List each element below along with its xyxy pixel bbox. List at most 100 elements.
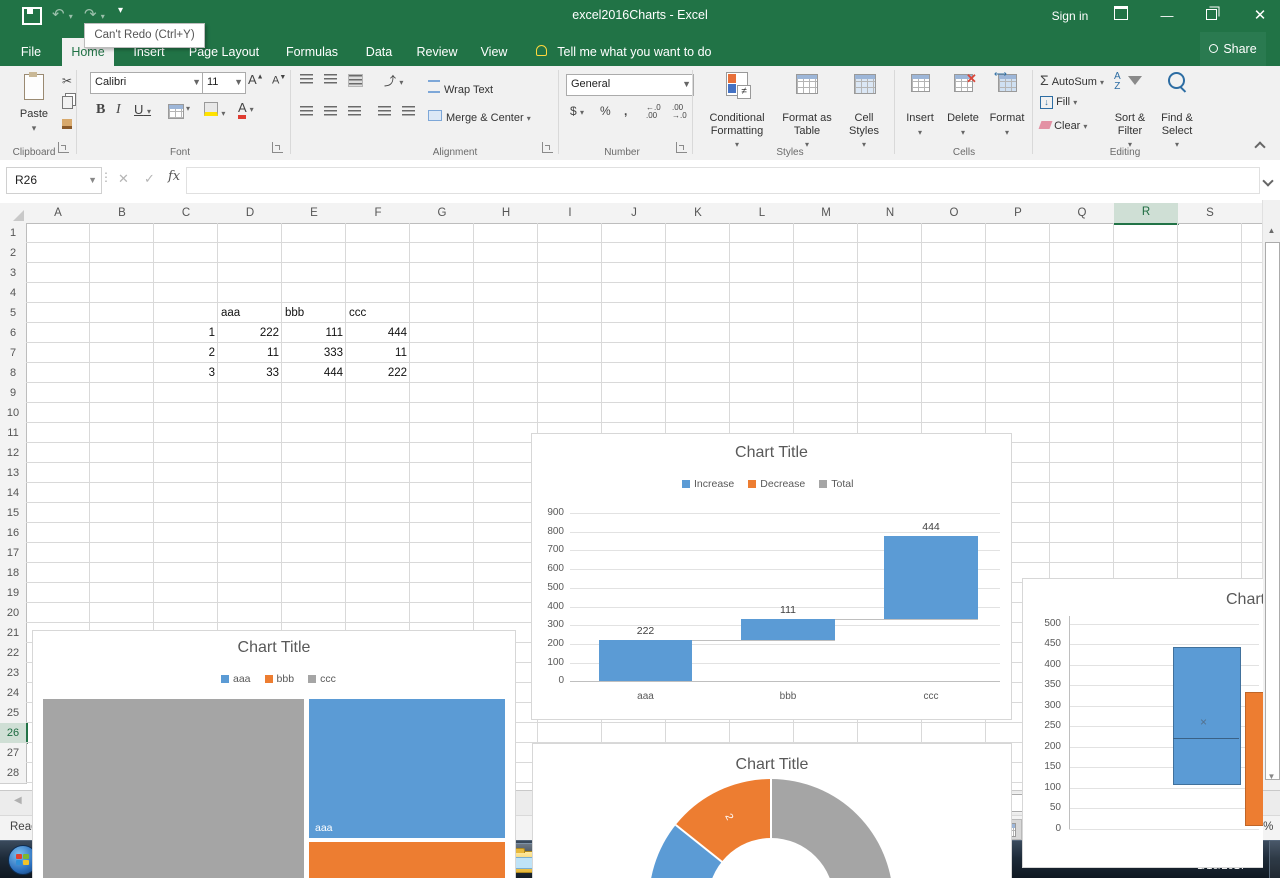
tab-formulas[interactable]: Formulas bbox=[282, 38, 342, 66]
number-dialog-launcher[interactable] bbox=[676, 142, 687, 153]
column-header-partial[interactable] bbox=[1242, 203, 1263, 224]
column-header-O[interactable]: O bbox=[922, 203, 987, 224]
tab-review[interactable]: Review bbox=[410, 38, 464, 66]
column-header-A[interactable]: A bbox=[26, 203, 91, 224]
scroll-down-icon[interactable]: ▼ bbox=[1263, 772, 1280, 781]
cell-C7[interactable]: 2 bbox=[157, 343, 215, 363]
row-header-23[interactable]: 23 bbox=[0, 663, 27, 684]
chart-box-whisker[interactable]: Chart Title50045040035030025020015010050… bbox=[1022, 578, 1263, 868]
close-button[interactable]: ✕ bbox=[1240, 0, 1280, 32]
column-header-C[interactable]: C bbox=[154, 203, 219, 224]
paste-button[interactable]: Paste ▾ bbox=[12, 70, 56, 148]
row-header-8[interactable]: 8 bbox=[0, 363, 27, 384]
ribbon-display-options-icon[interactable] bbox=[1106, 0, 1136, 32]
shrink-font-icon[interactable]: A▼ bbox=[272, 74, 286, 87]
percent-icon[interactable]: % bbox=[600, 104, 611, 118]
row-header-2[interactable]: 2 bbox=[0, 243, 27, 264]
cell-D5[interactable]: aaa bbox=[221, 303, 279, 323]
row-header-7[interactable]: 7 bbox=[0, 343, 27, 364]
cell-E7[interactable]: 333 bbox=[285, 343, 343, 363]
row-header-5[interactable]: 5 bbox=[0, 303, 27, 324]
comma-icon[interactable]: , bbox=[624, 104, 627, 118]
tab-file[interactable]: File bbox=[10, 38, 52, 66]
column-header-N[interactable]: N bbox=[858, 203, 923, 224]
sort-filter-button[interactable]: AZ Sort & Filter ▾ bbox=[1106, 70, 1154, 148]
italic-button[interactable]: I bbox=[116, 102, 121, 118]
cell-E8[interactable]: 444 bbox=[285, 363, 343, 383]
row-header-26[interactable]: 26 bbox=[0, 723, 28, 744]
tab-view[interactable]: View bbox=[472, 38, 516, 66]
cell-F6[interactable]: 444 bbox=[349, 323, 407, 343]
decrease-decimal-icon[interactable]: .00→.0 bbox=[672, 104, 687, 120]
row-header-4[interactable]: 4 bbox=[0, 283, 27, 304]
chart-doughnut[interactable]: Chart Title312 bbox=[532, 743, 1012, 878]
column-header-R[interactable]: R bbox=[1114, 203, 1179, 225]
show-desktop-button[interactable] bbox=[1269, 841, 1280, 878]
align-top-icon[interactable] bbox=[300, 74, 313, 85]
row-header-3[interactable]: 3 bbox=[0, 263, 27, 284]
scroll-up-icon[interactable]: ▲ bbox=[1263, 226, 1280, 235]
merge-center-button[interactable]: Merge & Center ▾ bbox=[428, 110, 531, 124]
tab-data[interactable]: Data bbox=[356, 38, 402, 66]
chart-waterfall[interactable]: Chart TitleIncreaseDecreaseTotal90080070… bbox=[531, 433, 1012, 720]
column-header-B[interactable]: B bbox=[90, 203, 155, 224]
row-header-18[interactable]: 18 bbox=[0, 563, 27, 584]
currency-icon[interactable]: $ ▾ bbox=[570, 104, 584, 118]
minimize-button[interactable]: — bbox=[1150, 0, 1184, 32]
fill-button[interactable]: ↓ Fill ▾ bbox=[1040, 96, 1077, 109]
row-header-12[interactable]: 12 bbox=[0, 443, 27, 464]
row-header-14[interactable]: 14 bbox=[0, 483, 27, 504]
column-header-D[interactable]: D bbox=[218, 203, 283, 224]
wrap-text-button[interactable]: Wrap Text bbox=[428, 80, 493, 96]
share-button[interactable]: Share bbox=[1200, 32, 1266, 66]
chart-treemap[interactable]: Chart Titleaaabbbccccccaaabbb bbox=[32, 630, 516, 878]
column-header-E[interactable]: E bbox=[282, 203, 347, 224]
column-header-S[interactable]: S bbox=[1178, 203, 1243, 224]
row-header-9[interactable]: 9 bbox=[0, 383, 27, 404]
treemap-tile-bbb[interactable] bbox=[309, 842, 505, 878]
cell-D7[interactable]: 11 bbox=[221, 343, 279, 363]
column-header-K[interactable]: K bbox=[666, 203, 731, 224]
align-bottom-icon[interactable] bbox=[348, 74, 363, 87]
align-center-icon[interactable] bbox=[324, 106, 337, 117]
formula-input[interactable] bbox=[186, 167, 1260, 194]
row-header-22[interactable]: 22 bbox=[0, 643, 27, 664]
formula-bar-expand-icon[interactable] bbox=[1264, 172, 1272, 190]
column-header-P[interactable]: P bbox=[986, 203, 1051, 224]
increase-indent-icon[interactable] bbox=[402, 106, 415, 117]
insert-function-icon[interactable]: fx bbox=[168, 169, 180, 184]
column-header-F[interactable]: F bbox=[346, 203, 411, 224]
font-size-combo[interactable]: 11▼ bbox=[202, 72, 246, 94]
format-as-table-button[interactable]: Format as Table ▾ bbox=[776, 70, 838, 148]
row-header-16[interactable]: 16 bbox=[0, 523, 27, 544]
name-box-drag-handle[interactable]: ⋮ bbox=[100, 170, 112, 184]
row-header-21[interactable]: 21 bbox=[0, 623, 27, 644]
grow-font-icon[interactable]: A▲ bbox=[248, 72, 264, 87]
bold-button[interactable]: B bbox=[96, 102, 105, 118]
alignment-dialog-launcher[interactable] bbox=[542, 142, 553, 153]
font-name-combo[interactable]: Calibri▼ bbox=[90, 72, 204, 94]
format-cells-button[interactable]: ⟷ Format ▾ bbox=[986, 70, 1028, 148]
row-header-25[interactable]: 25 bbox=[0, 703, 27, 724]
cell-D6[interactable]: 222 bbox=[221, 323, 279, 343]
cut-icon[interactable]: ✂ bbox=[62, 74, 72, 88]
treemap-tile-aaa[interactable] bbox=[309, 699, 505, 838]
row-header-10[interactable]: 10 bbox=[0, 403, 27, 424]
name-box[interactable]: R26 ▼ bbox=[6, 167, 102, 194]
align-left-icon[interactable] bbox=[300, 106, 313, 117]
format-painter-icon[interactable] bbox=[62, 118, 72, 132]
cell-styles-button[interactable]: Cell Styles ▾ bbox=[840, 70, 888, 148]
bar-ccc[interactable] bbox=[884, 536, 978, 619]
bar-bbb[interactable] bbox=[741, 619, 835, 640]
row-header-15[interactable]: 15 bbox=[0, 503, 27, 524]
row-header-1[interactable]: 1 bbox=[0, 223, 27, 244]
clear-button[interactable]: Clear ▾ bbox=[1040, 120, 1087, 132]
sign-in-button[interactable]: Sign in bbox=[1040, 0, 1100, 32]
collapse-ribbon-icon[interactable] bbox=[1256, 138, 1264, 156]
restore-button[interactable] bbox=[1194, 0, 1228, 32]
delete-cells-button[interactable]: ✕ Delete ▾ bbox=[942, 70, 984, 148]
clipboard-dialog-launcher[interactable] bbox=[58, 142, 69, 153]
tell-me-box[interactable]: Tell me what you want to do bbox=[536, 40, 712, 64]
cell-C6[interactable]: 1 bbox=[157, 323, 215, 343]
column-header-G[interactable]: G bbox=[410, 203, 475, 224]
